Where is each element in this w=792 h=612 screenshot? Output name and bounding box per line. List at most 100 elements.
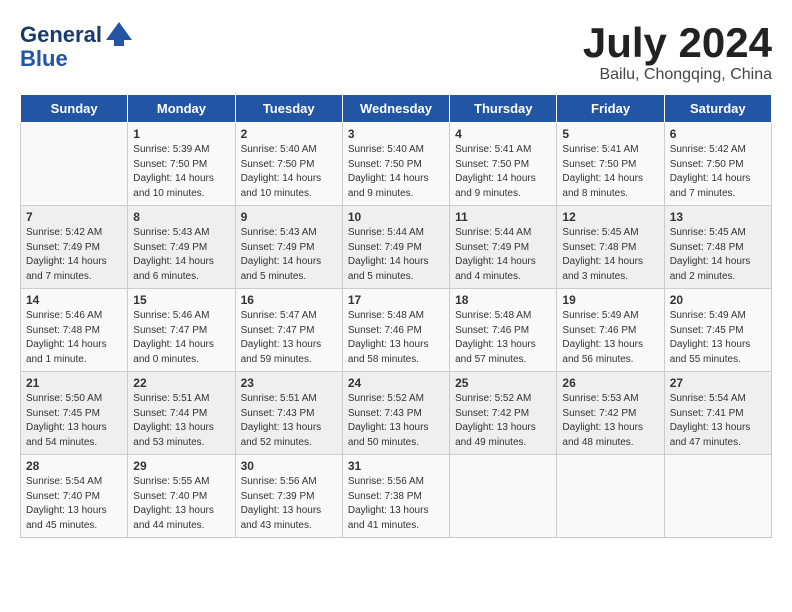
day-number: 20 [670,293,766,307]
cell-content: Sunrise: 5:51 AM Sunset: 7:44 PM Dayligh… [133,392,229,450]
cell-content: Sunrise: 5:53 AM Sunset: 7:42 PM Dayligh… [562,392,658,450]
cell-content: Sunrise: 5:56 AM Sunset: 7:38 PM Dayligh… [348,475,444,533]
calendar-table: SundayMondayTuesdayWednesdayThursdayFrid… [20,94,772,538]
day-number: 1 [133,127,229,141]
cell-content: Sunrise: 5:43 AM Sunset: 7:49 PM Dayligh… [133,226,229,284]
calendar-cell: 23 Sunrise: 5:51 AM Sunset: 7:43 PM Dayli… [235,372,342,455]
calendar-cell: 30 Sunrise: 5:56 AM Sunset: 7:39 PM Dayli… [235,455,342,538]
cell-content: Sunrise: 5:48 AM Sunset: 7:46 PM Dayligh… [348,309,444,367]
cell-content: Sunrise: 5:56 AM Sunset: 7:39 PM Dayligh… [241,475,337,533]
calendar-cell: 16 Sunrise: 5:47 AM Sunset: 7:47 PM Dayli… [235,289,342,372]
calendar-cell: 19 Sunrise: 5:49 AM Sunset: 7:46 PM Dayli… [557,289,664,372]
month-title: July 2024 [583,20,772,66]
cell-content: Sunrise: 5:52 AM Sunset: 7:42 PM Dayligh… [455,392,551,450]
day-number: 5 [562,127,658,141]
cell-content: Sunrise: 5:49 AM Sunset: 7:46 PM Dayligh… [562,309,658,367]
cell-content: Sunrise: 5:42 AM Sunset: 7:49 PM Dayligh… [26,226,122,284]
calendar-cell: 27Sunrise: 5:54 AM Sunset: 7:41 PM Dayli… [664,372,771,455]
calendar-cell: 3Sunrise: 5:40 AM Sunset: 7:50 PM Daylig… [342,123,449,206]
day-number: 30 [241,459,337,473]
calendar-cell: 6 Sunrise: 5:42 AM Sunset: 7:50 PM Daylig… [664,123,771,206]
calendar-cell: 2Sunrise: 5:40 AM Sunset: 7:50 PM Daylig… [235,123,342,206]
day-number: 28 [26,459,122,473]
calendar-cell: 18Sunrise: 5:48 AM Sunset: 7:46 PM Dayli… [450,289,557,372]
cell-content: Sunrise: 5:39 AM Sunset: 7:50 PM Dayligh… [133,143,229,201]
day-of-week-header: Wednesday [342,95,449,123]
logo-icon [104,20,134,50]
calendar-cell: 7 Sunrise: 5:42 AM Sunset: 7:49 PM Daylig… [21,206,128,289]
calendar-week-row: 7 Sunrise: 5:42 AM Sunset: 7:49 PM Daylig… [21,206,772,289]
calendar-week-row: 28 Sunrise: 5:54 AM Sunset: 7:40 PM Dayli… [21,455,772,538]
calendar-cell: 9 Sunrise: 5:43 AM Sunset: 7:49 PM Daylig… [235,206,342,289]
cell-content: Sunrise: 5:44 AM Sunset: 7:49 PM Dayligh… [455,226,551,284]
day-of-week-header: Tuesday [235,95,342,123]
calendar-cell: 1 Sunrise: 5:39 AM Sunset: 7:50 PM Daylig… [128,123,235,206]
logo-text2: Blue [20,48,134,70]
calendar-cell: 17 Sunrise: 5:48 AM Sunset: 7:46 PM Dayli… [342,289,449,372]
calendar-cell [664,455,771,538]
day-number: 21 [26,376,122,390]
calendar-cell: 20 Sunrise: 5:49 AM Sunset: 7:45 PM Dayli… [664,289,771,372]
day-number: 16 [241,293,337,307]
calendar-cell: 15 Sunrise: 5:46 AM Sunset: 7:47 PM Dayli… [128,289,235,372]
day-of-week-header: Saturday [664,95,771,123]
cell-content: Sunrise: 5:41 AM Sunset: 7:50 PM Dayligh… [455,143,551,201]
day-of-week-header: Friday [557,95,664,123]
calendar-week-row: 14 Sunrise: 5:46 AM Sunset: 7:48 PM Dayli… [21,289,772,372]
day-number: 14 [26,293,122,307]
day-number: 6 [670,127,766,141]
calendar-cell: 22 Sunrise: 5:51 AM Sunset: 7:44 PM Dayli… [128,372,235,455]
calendar-cell: 11 Sunrise: 5:44 AM Sunset: 7:49 PM Dayli… [450,206,557,289]
calendar-cell: 31 Sunrise: 5:56 AM Sunset: 7:38 PM Dayli… [342,455,449,538]
cell-content: Sunrise: 5:46 AM Sunset: 7:47 PM Dayligh… [133,309,229,367]
day-number: 23 [241,376,337,390]
calendar-body: 1 Sunrise: 5:39 AM Sunset: 7:50 PM Daylig… [21,123,772,538]
day-number: 15 [133,293,229,307]
calendar-cell: 26 Sunrise: 5:53 AM Sunset: 7:42 PM Dayli… [557,372,664,455]
day-number: 26 [562,376,658,390]
cell-content: Sunrise: 5:49 AM Sunset: 7:45 PM Dayligh… [670,309,766,367]
day-number: 24 [348,376,444,390]
day-number: 11 [455,210,551,224]
cell-content: Sunrise: 5:50 AM Sunset: 7:45 PM Dayligh… [26,392,122,450]
day-number: 19 [562,293,658,307]
calendar-cell: 13 Sunrise: 5:45 AM Sunset: 7:48 PM Dayli… [664,206,771,289]
day-number: 13 [670,210,766,224]
calendar-cell: 29 Sunrise: 5:55 AM Sunset: 7:40 PM Dayli… [128,455,235,538]
day-number: 10 [348,210,444,224]
cell-content: Sunrise: 5:46 AM Sunset: 7:48 PM Dayligh… [26,309,122,367]
day-number: 22 [133,376,229,390]
cell-content: Sunrise: 5:55 AM Sunset: 7:40 PM Dayligh… [133,475,229,533]
cell-content: Sunrise: 5:42 AM Sunset: 7:50 PM Dayligh… [670,143,766,201]
day-number: 3 [348,127,444,141]
calendar-cell [557,455,664,538]
day-number: 7 [26,210,122,224]
cell-content: Sunrise: 5:51 AM Sunset: 7:43 PM Dayligh… [241,392,337,450]
cell-content: Sunrise: 5:45 AM Sunset: 7:48 PM Dayligh… [670,226,766,284]
day-number: 8 [133,210,229,224]
day-of-week-header: Sunday [21,95,128,123]
calendar-cell: 4Sunrise: 5:41 AM Sunset: 7:50 PM Daylig… [450,123,557,206]
cell-content: Sunrise: 5:52 AM Sunset: 7:43 PM Dayligh… [348,392,444,450]
calendar-cell: 25 Sunrise: 5:52 AM Sunset: 7:42 PM Dayli… [450,372,557,455]
calendar-cell: 12Sunrise: 5:45 AM Sunset: 7:48 PM Dayli… [557,206,664,289]
day-number: 17 [348,293,444,307]
calendar-week-row: 1 Sunrise: 5:39 AM Sunset: 7:50 PM Daylig… [21,123,772,206]
calendar-cell: 5Sunrise: 5:41 AM Sunset: 7:50 PM Daylig… [557,123,664,206]
cell-content: Sunrise: 5:47 AM Sunset: 7:47 PM Dayligh… [241,309,337,367]
calendar-cell [450,455,557,538]
location: Bailu, Chongqing, China [583,66,772,84]
day-of-week-header: Monday [128,95,235,123]
calendar-cell: 24 Sunrise: 5:52 AM Sunset: 7:43 PM Dayli… [342,372,449,455]
cell-content: Sunrise: 5:54 AM Sunset: 7:40 PM Dayligh… [26,475,122,533]
cell-content: Sunrise: 5:43 AM Sunset: 7:49 PM Dayligh… [241,226,337,284]
logo-text: General [20,23,102,47]
day-number: 29 [133,459,229,473]
calendar-cell: 10Sunrise: 5:44 AM Sunset: 7:49 PM Dayli… [342,206,449,289]
day-number: 25 [455,376,551,390]
day-number: 2 [241,127,337,141]
day-number: 9 [241,210,337,224]
calendar-header-row: SundayMondayTuesdayWednesdayThursdayFrid… [21,95,772,123]
day-number: 31 [348,459,444,473]
calendar-cell: 28 Sunrise: 5:54 AM Sunset: 7:40 PM Dayli… [21,455,128,538]
